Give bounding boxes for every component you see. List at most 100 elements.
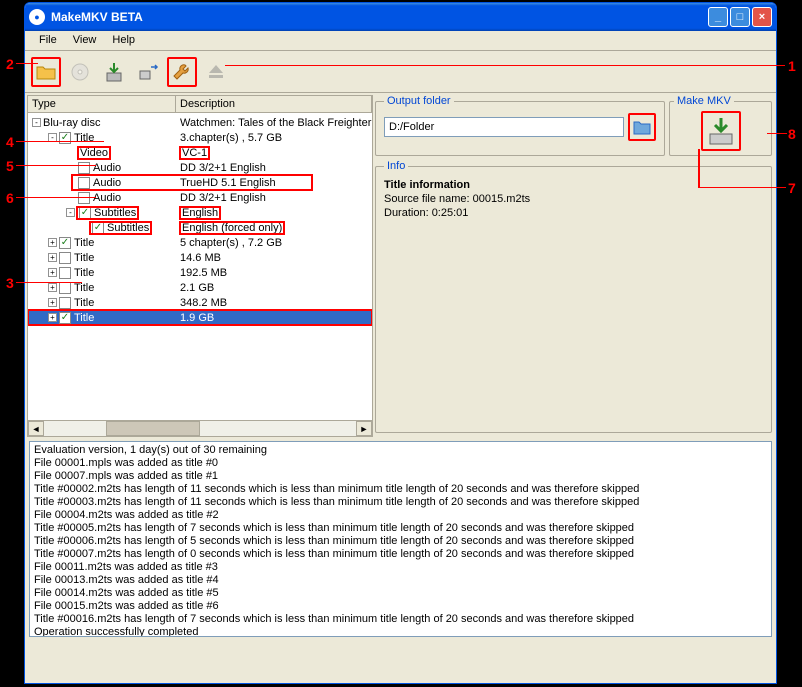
checkbox[interactable]: [92, 222, 104, 234]
save-button[interactable]: [99, 57, 129, 87]
checkbox[interactable]: [59, 282, 71, 294]
close-button[interactable]: ×: [752, 7, 772, 27]
info-title: Title information: [384, 178, 763, 192]
folder-open-icon: [632, 118, 652, 136]
log-line: File 00015.m2ts was added as title #6: [34, 600, 767, 613]
app-icon: ●: [29, 9, 45, 25]
log-line: Title #00002.m2ts has length of 11 secon…: [34, 483, 767, 496]
log-line: File 00004.m2ts was added as title #2: [34, 509, 767, 522]
expand-icon[interactable]: +: [48, 268, 57, 277]
log-line: Evaluation version, 1 day(s) out of 30 r…: [34, 444, 767, 457]
tree-row-title-2[interactable]: +Title 14.6 MB: [28, 250, 372, 265]
info-legend: Info: [384, 160, 408, 172]
info-source: Source file name: 00015.m2ts: [384, 192, 763, 206]
tree-row-root[interactable]: -Blu-ray disc Watchmen: Tales of the Bla…: [28, 115, 372, 130]
expand-icon[interactable]: +: [48, 313, 57, 322]
eject-icon: [205, 61, 227, 83]
collapse-icon[interactable]: -: [48, 133, 57, 142]
scroll-right-icon[interactable]: ►: [356, 421, 372, 436]
callout-1: 1: [788, 58, 796, 74]
expand-icon[interactable]: +: [48, 298, 57, 307]
callout-2: 2: [6, 56, 14, 72]
save-down-icon: [103, 61, 125, 83]
collapse-icon[interactable]: -: [32, 118, 41, 127]
scroll-left-icon[interactable]: ◄: [28, 421, 44, 436]
checkbox[interactable]: [59, 267, 71, 279]
callout-7: 7: [788, 180, 796, 196]
browse-folder-button[interactable]: [628, 113, 656, 141]
tree-row-sub-1[interactable]: -Subtitles English: [28, 205, 372, 220]
checkbox[interactable]: [79, 207, 91, 219]
horizontal-scrollbar[interactable]: ◄ ►: [28, 420, 372, 436]
tree-row-title-5[interactable]: +Title 348.2 MB: [28, 295, 372, 310]
tree-row-title-0[interactable]: -Title 3.chapter(s) , 5.7 GB: [28, 130, 372, 145]
callout-5: 5: [6, 158, 14, 174]
title-tree-panel: Type Description -Blu-ray disc Watchmen:…: [27, 95, 373, 437]
checkbox[interactable]: [59, 297, 71, 309]
save-arrow-icon: [706, 116, 736, 146]
checkbox[interactable]: [78, 192, 90, 204]
scroll-thumb[interactable]: [106, 421, 200, 436]
info-group: Info Title information Source file name:…: [375, 160, 772, 433]
drive-arrow-icon: [137, 61, 159, 83]
eject-button[interactable]: [201, 57, 231, 87]
make-mkv-group: Make MKV: [669, 95, 772, 156]
checkbox[interactable]: [78, 162, 90, 174]
menu-view[interactable]: View: [65, 31, 105, 50]
column-description[interactable]: Description: [176, 96, 372, 112]
backup-button[interactable]: [133, 57, 163, 87]
menu-help[interactable]: Help: [104, 31, 143, 50]
disc-icon: [69, 61, 91, 83]
log-line: File 00007.mpls was added as title #1: [34, 470, 767, 483]
checkbox[interactable]: [59, 132, 71, 144]
toolbar: [25, 51, 776, 93]
expand-icon[interactable]: +: [48, 253, 57, 262]
tree-row-title-1[interactable]: +Title 5 chapter(s) , 7.2 GB: [28, 235, 372, 250]
log-line: Operation successfully completed: [34, 626, 767, 637]
checkbox[interactable]: [59, 252, 71, 264]
expand-icon[interactable]: +: [48, 238, 57, 247]
tree-row-title-4[interactable]: +Title 2.1 GB: [28, 280, 372, 295]
application-window: ● MakeMKV BETA _ □ × File View Help: [24, 2, 777, 684]
log-line: File 00013.m2ts was added as title #4: [34, 574, 767, 587]
checkbox[interactable]: [78, 177, 90, 189]
scroll-track[interactable]: [44, 421, 356, 436]
tree[interactable]: -Blu-ray disc Watchmen: Tales of the Bla…: [28, 113, 372, 420]
wrench-icon: [171, 61, 193, 83]
tree-row-audio-3[interactable]: Audio DD 3/2+1 English: [28, 190, 372, 205]
open-disc-button[interactable]: [65, 57, 95, 87]
log-line: Title #00016.m2ts has length of 7 second…: [34, 613, 767, 626]
column-type[interactable]: Type: [28, 96, 176, 112]
menu-file[interactable]: File: [31, 31, 65, 50]
checkbox[interactable]: [59, 312, 71, 324]
log-panel[interactable]: Evaluation version, 1 day(s) out of 30 r…: [29, 441, 772, 637]
minimize-button[interactable]: _: [708, 7, 728, 27]
output-legend: Output folder: [384, 95, 454, 107]
checkbox[interactable]: [59, 237, 71, 249]
callout-6: 6: [6, 190, 14, 206]
tree-row-video[interactable]: Video VC-1: [28, 145, 372, 160]
log-line: File 00014.m2ts was added as title #5: [34, 587, 767, 600]
log-line: Title #00003.m2ts has length of 11 secon…: [34, 496, 767, 509]
folder-icon: [35, 61, 57, 83]
callout-8: 8: [788, 126, 796, 142]
expand-icon[interactable]: +: [48, 283, 57, 292]
desc-label: Watchmen: Tales of the Black Freighter: [180, 117, 372, 129]
tree-row-audio-2[interactable]: Audio TrueHD 5.1 English: [72, 175, 312, 190]
make-mkv-button[interactable]: [701, 111, 741, 151]
tree-row-title-3[interactable]: +Title 192.5 MB: [28, 265, 372, 280]
log-line: Title #00005.m2ts has length of 7 second…: [34, 522, 767, 535]
output-path-input[interactable]: [384, 117, 624, 137]
maximize-button[interactable]: □: [730, 7, 750, 27]
collapse-icon[interactable]: -: [66, 208, 75, 217]
titlebar[interactable]: ● MakeMKV BETA _ □ ×: [25, 3, 776, 31]
log-line: File 00001.mpls was added as title #0: [34, 457, 767, 470]
tree-row-sub-2[interactable]: Subtitles English (forced only): [28, 220, 372, 235]
menubar: File View Help: [25, 31, 776, 51]
open-file-button[interactable]: [31, 57, 61, 87]
tree-header: Type Description: [28, 96, 372, 113]
type-label: Blu-ray disc: [43, 117, 100, 129]
tree-row-audio-1[interactable]: Audio DD 3/2+1 English: [28, 160, 372, 175]
settings-button[interactable]: [167, 57, 197, 87]
tree-row-title-6-selected[interactable]: +Title 1.9 GB: [28, 310, 372, 325]
